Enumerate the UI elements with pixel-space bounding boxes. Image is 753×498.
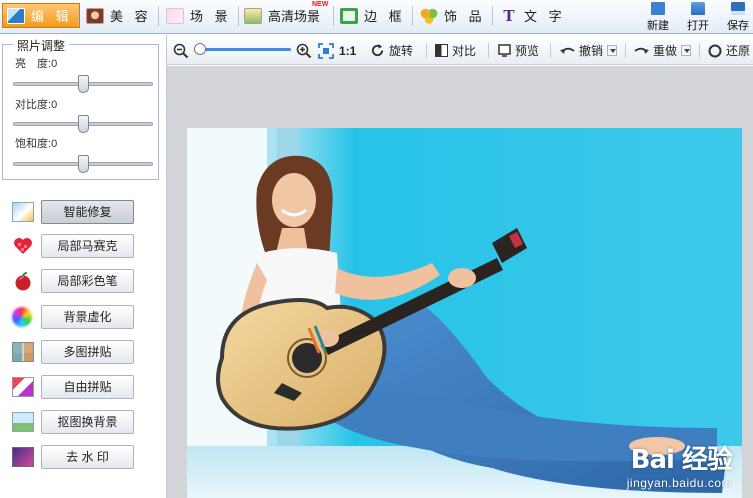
smart-repair-button[interactable]: 智能修复 — [41, 200, 134, 224]
photo-adjust-group: 照片调整 亮 度:0 对比度:0 饱和度:0 — [2, 37, 159, 180]
restore-icon — [708, 44, 722, 57]
new-file-icon — [651, 2, 665, 15]
zoom-slider-thumb[interactable] — [194, 43, 206, 55]
zoom-in-icon — [296, 43, 312, 58]
tool-multi-collage[interactable]: 多图拼贴 — [12, 340, 134, 364]
brightness-slider[interactable] — [13, 75, 153, 93]
zoom-out-icon — [173, 43, 189, 58]
tab-frame[interactable]: 边 框 — [340, 3, 406, 28]
multi-collage-button[interactable]: 多图拼贴 — [41, 340, 134, 364]
undo-button[interactable]: 撤销 — [560, 42, 618, 59]
color-pen-apple-icon — [12, 271, 34, 291]
new-button[interactable]: 新建 — [638, 2, 678, 32]
text-icon: T — [503, 6, 515, 25]
free-collage-button[interactable]: 自由拼贴 — [41, 375, 134, 399]
brightness-slider-thumb[interactable] — [78, 75, 89, 93]
edit-icon — [7, 7, 25, 24]
brightness-label: 亮 度:0 — [15, 58, 58, 70]
tab-text[interactable]: T 文 字 — [500, 3, 566, 28]
rotate-icon — [371, 43, 384, 57]
redo-icon — [634, 47, 649, 54]
saturation-slider-thumb[interactable] — [78, 155, 89, 173]
tool-free-collage[interactable]: 自由拼贴 — [12, 375, 134, 399]
beauty-icon — [86, 7, 104, 24]
local-mosaic-button[interactable]: 局部马赛克 — [41, 234, 134, 258]
contrast-label: 对比度:0 — [15, 99, 58, 111]
hd-scene-icon — [244, 7, 262, 24]
photo-adjust-title: 照片调整 — [13, 37, 70, 54]
contrast-slider-thumb[interactable] — [78, 115, 89, 133]
scene-icon — [166, 7, 184, 24]
multi-collage-icon — [12, 342, 34, 362]
rotate-button[interactable]: 旋转 — [370, 42, 413, 59]
redo-dropdown-arrow[interactable] — [681, 45, 692, 56]
baidu-watermark: Bai 经验 jingyan.baidu.com — [626, 439, 733, 490]
preview-button[interactable]: 预览 — [498, 42, 539, 59]
free-collage-icon — [12, 377, 34, 397]
remove-watermark-icon — [12, 447, 34, 467]
saturation-slider[interactable] — [13, 155, 153, 173]
tab-beauty[interactable]: 美 容 — [86, 3, 152, 28]
open-folder-icon — [691, 2, 705, 15]
local-color-pen-button[interactable]: 局部彩色笔 — [41, 269, 134, 293]
mosaic-heart-icon — [12, 236, 34, 256]
zoom-out-button[interactable] — [173, 42, 193, 59]
background-blur-icon — [12, 307, 32, 327]
tool-cutout[interactable]: 抠图换背景 — [12, 410, 134, 434]
restore-button[interactable]: 还原 — [708, 42, 750, 59]
remove-watermark-button[interactable]: 去 水 印 — [41, 445, 134, 469]
fit-screen-button[interactable] — [318, 42, 338, 59]
background-blur-button[interactable]: 背景虚化 — [41, 305, 134, 329]
cutout-icon — [12, 412, 34, 432]
image-toolbar: 1:1 旋转 对比 预览 撤销 重做 还原 — [167, 35, 753, 65]
tool-background-blur[interactable]: 背景虚化 — [12, 305, 134, 329]
watermark-logo: Bai 经验 — [630, 445, 733, 475]
actual-size-button[interactable]: 1:1 — [339, 42, 356, 59]
compare-icon — [435, 44, 448, 57]
tab-accessory[interactable]: 饰 品 — [420, 3, 486, 28]
tool-local-color-pen[interactable]: 局部彩色笔 — [12, 269, 134, 293]
tab-hd-scene[interactable]: 高清场景 — [244, 3, 320, 28]
undo-icon — [560, 47, 575, 54]
save-icon — [731, 2, 745, 15]
compare-button[interactable]: 对比 — [435, 42, 476, 59]
cutout-button[interactable]: 抠图换背景 — [41, 410, 134, 434]
zoom-in-button[interactable] — [296, 42, 316, 59]
tool-smart-repair[interactable]: 智能修复 — [12, 200, 134, 224]
save-button[interactable]: 保存 — [718, 2, 753, 32]
photo-woman-guitar[interactable]: Bai 经验 jingyan.baidu.com — [187, 128, 742, 498]
tab-scene[interactable]: 场 景 — [166, 3, 232, 28]
top-menu-bar: 编 辑 美 容 场 景 高清场景 NEW 边 框 饰 品 T 文 字 新建 打开… — [0, 0, 753, 34]
contrast-slider[interactable] — [13, 115, 153, 133]
new-badge: NEW — [312, 1, 329, 8]
accessory-icon — [420, 7, 438, 24]
frame-icon — [340, 7, 358, 24]
smart-repair-icon — [12, 202, 34, 222]
zoom-slider-track[interactable] — [195, 48, 291, 51]
fit-screen-icon — [318, 42, 334, 59]
watermark-url: jingyan.baidu.com — [626, 476, 732, 490]
open-button[interactable]: 打开 — [678, 2, 718, 32]
saturation-label: 饱和度:0 — [15, 138, 58, 150]
tool-remove-watermark[interactable]: 去 水 印 — [12, 445, 134, 469]
redo-button[interactable]: 重做 — [634, 42, 692, 59]
left-panel: 照片调整 亮 度:0 对比度:0 饱和度:0 智能修复 局部马赛克 局部彩色笔 … — [0, 35, 167, 498]
tab-edit[interactable]: 编 辑 — [2, 3, 80, 28]
tool-local-mosaic[interactable]: 局部马赛克 — [12, 234, 134, 258]
image-canvas[interactable]: Bai 经验 jingyan.baidu.com — [167, 66, 753, 498]
preview-icon — [498, 44, 511, 57]
undo-dropdown-arrow[interactable] — [607, 45, 618, 56]
